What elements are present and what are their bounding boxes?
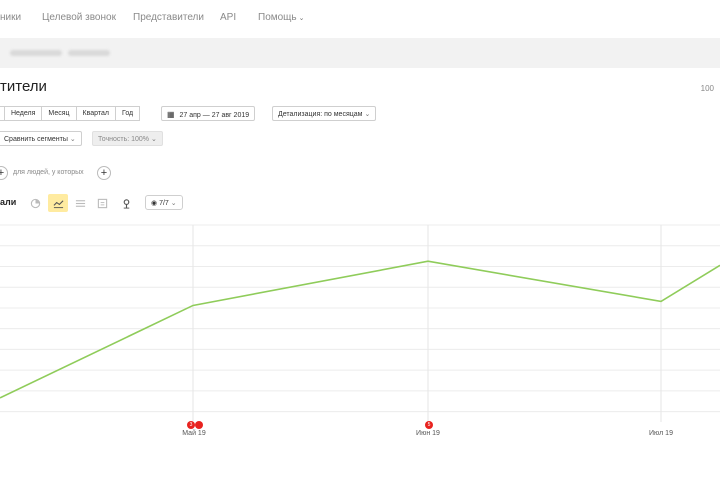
date-range-label: 27 апр — 27 авг 2019 xyxy=(179,112,250,119)
accuracy-dropdown[interactable]: Точность: 100% ⌄ xyxy=(92,131,163,146)
line-chart xyxy=(0,224,720,422)
top-navigation: ники Целевой звонок Представители API По… xyxy=(0,0,720,38)
x-tick-label: Июл 19 xyxy=(649,430,673,437)
stacked-area-icon xyxy=(75,199,85,207)
compare-segments-dropdown[interactable]: Сравнить сегменты ⌄ xyxy=(0,131,82,146)
accuracy-label: Точность: 100% xyxy=(98,136,150,143)
breadcrumb-bar xyxy=(0,38,720,68)
period-month[interactable]: Месяц xyxy=(41,106,77,121)
chevron-down-icon: ⌄ xyxy=(170,200,177,207)
event-marker-count: 5 xyxy=(427,422,431,428)
period-week[interactable]: Неделя xyxy=(4,106,43,121)
chart-type-area[interactable] xyxy=(70,194,90,212)
line-chart-icon xyxy=(53,199,63,208)
nav-item-help[interactable]: Помощь ⌄ xyxy=(258,12,305,23)
metrics-icon: ◉ xyxy=(151,200,158,207)
chart-type-line[interactable] xyxy=(48,194,68,212)
event-marker-count: 3 xyxy=(189,422,193,428)
metrics-count-dropdown[interactable]: ◉ 7/7 ⌄ xyxy=(145,195,183,210)
bar-chart-icon xyxy=(97,198,107,208)
add-segment-button[interactable]: + xyxy=(97,166,111,180)
chart-type-bar[interactable] xyxy=(92,194,112,212)
map-pin-icon xyxy=(123,198,129,209)
add-condition-button[interactable]: + xyxy=(0,166,8,180)
metrics-count: 7/7 xyxy=(159,200,169,207)
nav-item-help-label: Помощь xyxy=(258,12,297,23)
date-range-button[interactable]: ▦ 27 апр — 27 авг 2019 xyxy=(161,106,256,121)
calendar-icon: ▦ xyxy=(167,110,175,119)
top-right-value: 100 xyxy=(700,84,714,93)
x-tick-label: Май 19 xyxy=(182,430,206,437)
x-tick-label: Июн 19 xyxy=(416,430,440,437)
compare-label: Сравнить сегменты xyxy=(4,136,68,143)
nav-item-clicks[interactable]: ники xyxy=(0,12,21,23)
nav-item-api[interactable]: API xyxy=(220,12,236,23)
page-title: тители xyxy=(0,78,47,95)
detail-dropdown[interactable]: Детализация: по месяцам ⌄ xyxy=(272,106,377,121)
chevron-down-icon: ⌄ xyxy=(151,136,157,143)
chevron-down-icon: ⌄ xyxy=(298,15,305,22)
period-quarter[interactable]: Квартал xyxy=(75,106,116,121)
nav-item-target-call[interactable]: Целевой звонок xyxy=(42,12,116,23)
event-marker[interactable]: 3 xyxy=(187,421,195,429)
detail-label: Детализация: по месяцам xyxy=(278,111,363,118)
period-selector: Неделя Месяц Квартал Год xyxy=(0,106,141,121)
pie-chart-icon xyxy=(30,198,40,208)
series-line xyxy=(0,260,720,399)
event-marker[interactable]: 5 xyxy=(425,421,433,429)
segment-hint: для людей, у которых xyxy=(13,169,84,176)
chart-label: али xyxy=(0,197,17,207)
breadcrumb-blurred xyxy=(10,50,62,56)
nav-item-representatives[interactable]: Представители xyxy=(133,12,204,23)
chart-type-pie[interactable] xyxy=(25,194,45,212)
breadcrumb-blurred xyxy=(68,50,110,56)
period-year[interactable]: Год xyxy=(115,106,141,121)
event-marker[interactable] xyxy=(195,421,203,429)
chart-type-map[interactable] xyxy=(116,194,136,212)
chevron-down-icon: ⌄ xyxy=(364,111,371,118)
chevron-down-icon: ⌄ xyxy=(69,136,76,143)
